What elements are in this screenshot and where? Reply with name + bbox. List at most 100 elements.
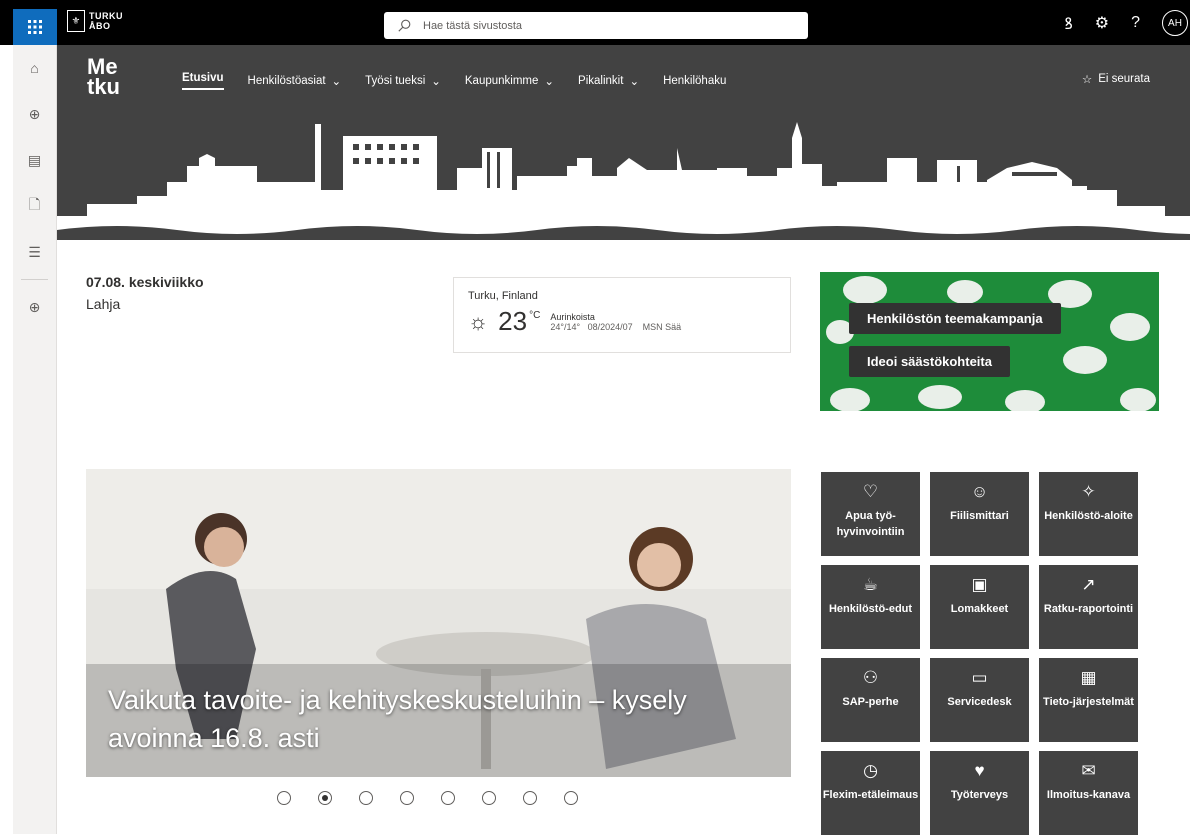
app-bar: ⌂ ⊕ ▤ 🗋 ☰ ⊕ <box>13 45 57 834</box>
tile-label: Tieto-järjestelmät <box>1043 696 1134 708</box>
nav-label: Kaupunkimme <box>464 75 539 87</box>
date-webpart: 07.08. keskiviikko Lahja <box>86 274 204 312</box>
piggy-bank-pattern <box>826 276 1156 411</box>
carousel-dot[interactable] <box>359 791 373 805</box>
app-bar-divider <box>21 279 48 280</box>
help-icon[interactable]: ? <box>1131 14 1140 32</box>
form-icon: ▣ <box>971 575 988 594</box>
logo-text-line1: TURKU <box>89 11 123 21</box>
settings-icon[interactable]: ⚙ <box>1095 13 1109 33</box>
carousel-pager <box>277 791 578 805</box>
carousel-dot[interactable] <box>400 791 414 805</box>
nav-label: Etusivu <box>182 72 224 84</box>
home-icon[interactable]: ⌂ <box>13 45 56 91</box>
site-logo[interactable]: Me tku <box>87 56 120 99</box>
lightbulb-icon: ✧ <box>1081 482 1096 501</box>
tile-label: Työterveys <box>950 789 1009 801</box>
chevron-down-icon: ⌄ <box>544 76 555 88</box>
chevron-down-icon: ⌄ <box>331 76 342 88</box>
message-icon: ✉ <box>1081 761 1096 780</box>
tile-label: Servicedesk <box>947 696 1012 708</box>
tile-lomakkeet[interactable]: ▣ Lomakkeet <box>930 565 1029 649</box>
weather-webpart[interactable]: Turku, Finland ☼ 23 °C Aurinkoista 24°/1… <box>453 277 791 353</box>
weather-condition: Aurinkoista <box>550 311 595 322</box>
carousel-dot[interactable] <box>564 791 578 805</box>
tile-fiilismittari[interactable]: ☺ Fiilismittari <box>930 472 1029 556</box>
clock-icon: ◷ <box>863 761 878 780</box>
carousel-dot[interactable] <box>482 791 496 805</box>
tile-label: Lomakkeet <box>950 603 1009 615</box>
tile-tyoterveys[interactable]: ♥ Työterveys <box>930 751 1029 835</box>
site-logo-line2: tku <box>87 74 120 99</box>
files-icon[interactable]: 🗋 <box>13 183 56 229</box>
carousel-dot[interactable] <box>523 791 537 805</box>
campaign-subtitle: Ideoi säästökohteita <box>849 346 1010 377</box>
tile-sap-perhe[interactable]: ⚇ SAP-perhe <box>821 658 920 742</box>
add-icon[interactable]: ⊕ <box>13 284 56 330</box>
logo-text-line2: ÅBO <box>89 21 111 31</box>
campaign-title: Henkilöstön teemakampanja <box>849 303 1061 334</box>
carousel-dot[interactable] <box>277 791 291 805</box>
tile-servicedesk[interactable]: ▭ Servicedesk <box>930 658 1029 742</box>
weather-hi-lo: 24°/14° <box>550 321 581 332</box>
turku-logo[interactable]: ⚜ TURKU ÅBO <box>67 10 123 32</box>
tile-flexim-etaleimaus[interactable]: ◷ Flexim-etäleimaus <box>821 751 920 835</box>
nav-label: Työsi tueksi <box>365 75 426 87</box>
tile-label: Apua työ-hyvinvointiin <box>836 510 905 538</box>
search-placeholder: Hae tästä sivustosta <box>423 19 523 32</box>
tile-ilmoituskanava[interactable]: ✉ Ilmoitus-kanava <box>1039 751 1138 835</box>
carousel-dot-active[interactable] <box>318 791 332 805</box>
quick-links: ♡ Apua työ-hyvinvointiin ☺ Fiilismittari ✧… <box>821 472 1138 835</box>
nav-henkilohaku[interactable]: Henkilöhaku <box>663 72 726 90</box>
nav-kaupunkimme[interactable]: Kaupunkimme ⌄ <box>465 72 554 90</box>
nav-henkilostoasiat[interactable]: Henkilöstöasiat ⌄ <box>248 72 342 90</box>
tile-label: Henkilöstö-edut <box>828 603 913 615</box>
chart-icon: ↗ <box>1081 575 1096 594</box>
tile-henkilostoaloite[interactable]: ✧ Henkilöstö-aloite <box>1039 472 1138 556</box>
tile-label: Flexim-etäleimaus <box>822 789 919 801</box>
tile-label: Ratku-raportointi <box>1043 603 1134 615</box>
apps-icon: ▦ <box>1080 668 1097 687</box>
globe-icon[interactable]: ⊕ <box>13 91 56 137</box>
nav-etusivu[interactable]: Etusivu <box>182 72 224 90</box>
tile-label: Henkilöstö-aloite <box>1044 510 1133 522</box>
people-icon: ⚇ <box>862 668 879 687</box>
campaign-banner[interactable]: Henkilöstön teemakampanja Ideoi säästöko… <box>820 272 1159 411</box>
search-box[interactable]: Hae tästä sivustosta <box>384 12 808 39</box>
weather-temperature: 23 <box>498 306 528 336</box>
tile-henkilostoedut[interactable]: ☕ Henkilöstö-edut <box>821 565 920 649</box>
avatar[interactable]: AH <box>1162 10 1188 36</box>
site-header: Me tku Etusivu Henkilöstöasiat ⌄ Työsi tu… <box>57 45 1190 118</box>
nav-label: Pikalinkit <box>578 75 624 87</box>
skyline-banner <box>57 118 1190 240</box>
follow-button[interactable]: ☆ Ei seurata <box>1082 72 1150 86</box>
search-icon <box>398 19 411 32</box>
chevron-down-icon: ⌄ <box>629 76 640 88</box>
follow-label: Ei seurata <box>1098 73 1150 85</box>
sun-icon: ☼ <box>468 308 489 334</box>
nav-pikalinkit[interactable]: Pikalinkit ⌄ <box>578 72 639 90</box>
current-date: 07.08. keskiviikko <box>86 274 204 290</box>
star-icon: ☆ <box>1081 74 1093 86</box>
left-strip <box>0 45 13 834</box>
news-icon[interactable]: ▤ <box>13 137 56 183</box>
hero-carousel[interactable]: Vaikuta tavoite- ja kehityskeskusteluihi… <box>86 469 791 777</box>
tile-label: SAP-perhe <box>842 696 899 708</box>
tile-ratku-raportointi[interactable]: ↗ Ratku-raportointi <box>1039 565 1138 649</box>
tile-apua-tyohyvinvointiin[interactable]: ♡ Apua työ-hyvinvointiin <box>821 472 920 556</box>
waffle-icon[interactable] <box>13 9 57 45</box>
tile-tietojarjestelmat[interactable]: ▦ Tieto-järjestelmät <box>1039 658 1138 742</box>
emoji-icon: ☺ <box>970 482 989 501</box>
coffee-icon: ☕ <box>862 575 879 594</box>
weather-location: Turku, Finland <box>468 290 538 302</box>
lists-icon[interactable]: ☰ <box>13 229 56 275</box>
hero-title[interactable]: Vaikuta tavoite- ja kehityskeskusteluihi… <box>108 681 788 757</box>
weather-unit: °C <box>529 310 541 321</box>
carousel-dot[interactable] <box>441 791 455 805</box>
weather-date: 08/2024/07 <box>587 321 633 332</box>
suite-bar: ⚜ TURKU ÅBO Hae tästä sivustosta ꝸ ⚙ ? A… <box>0 0 1190 45</box>
sharepoint-icon[interactable]: ꝸ <box>1064 12 1072 34</box>
nav-tyosi-tueksi[interactable]: Työsi tueksi ⌄ <box>365 72 441 90</box>
weather-source: MSN Sää <box>642 321 682 332</box>
desktop-icon: ▭ <box>971 668 988 687</box>
